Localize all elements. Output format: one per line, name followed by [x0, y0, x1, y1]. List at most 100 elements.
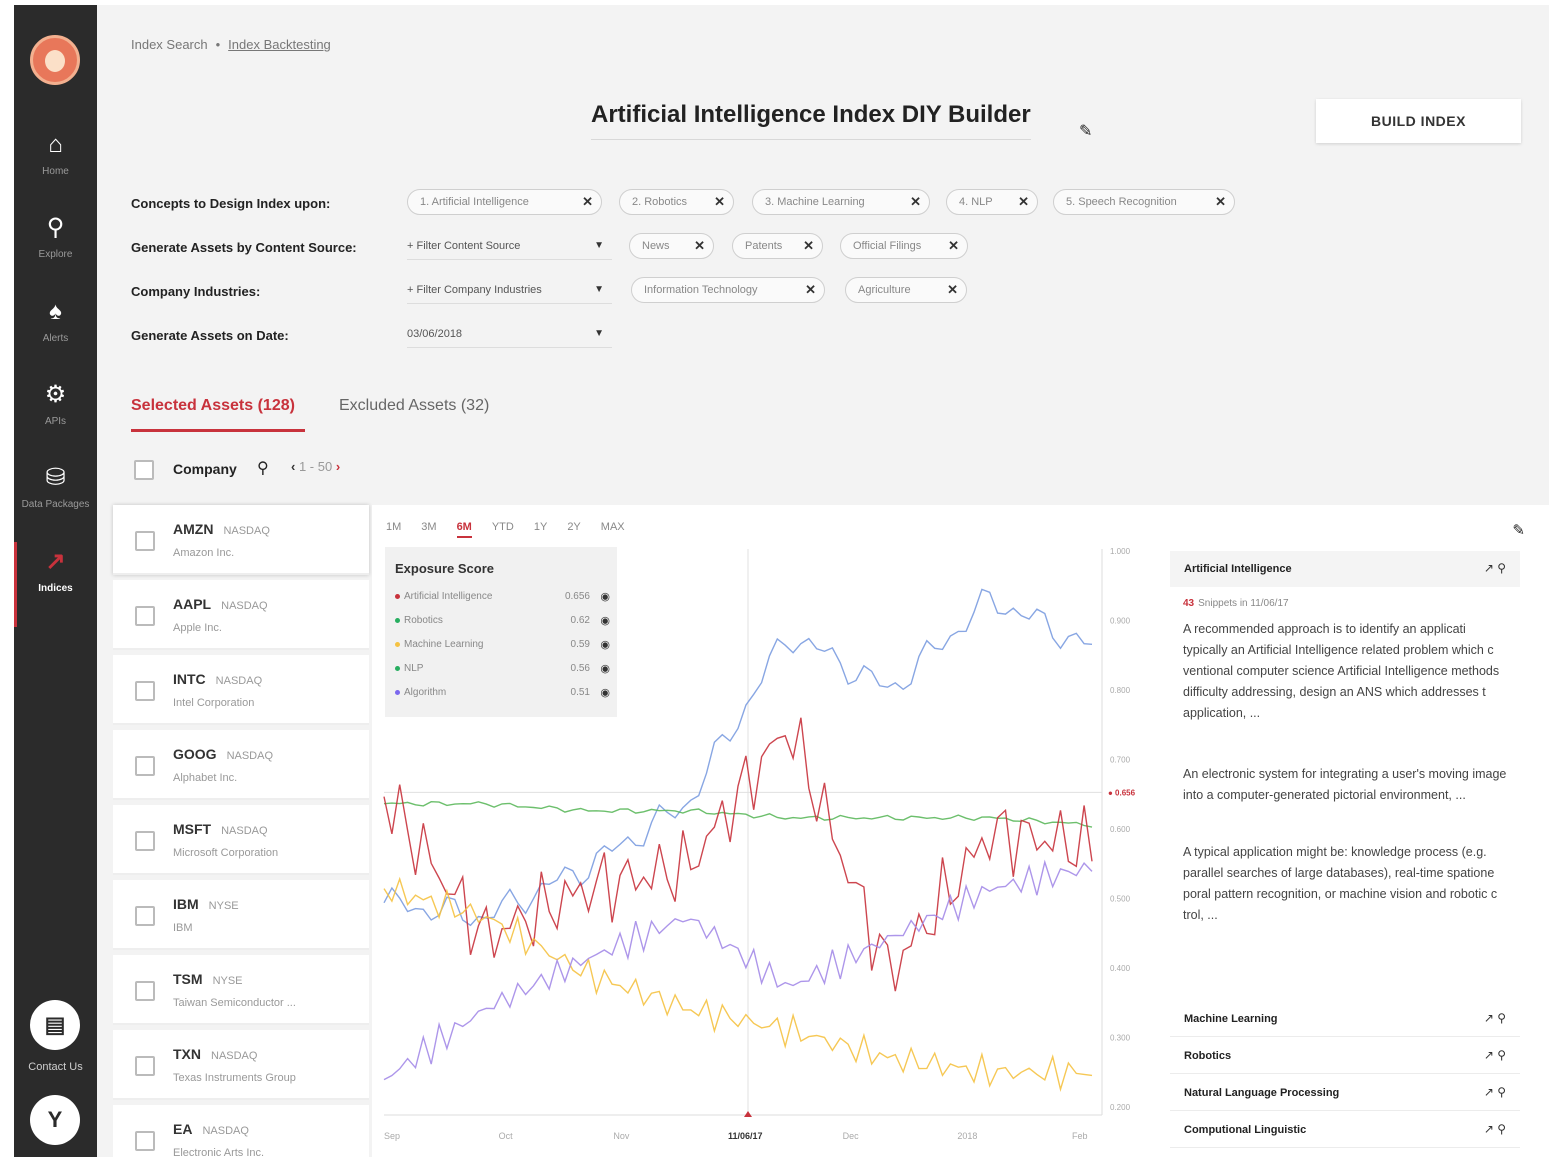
nav-data-packages[interactable]: ⛁ Data Packages — [14, 463, 97, 510]
range-3m[interactable]: 3M — [421, 521, 436, 533]
search-icon[interactable]: ⚲ — [257, 458, 269, 478]
asset-checkbox[interactable] — [135, 906, 155, 926]
eye-icon[interactable]: ◉ — [600, 590, 610, 603]
x-tick-label: Dec — [843, 1131, 860, 1141]
concept-chip-label: 4. NLP — [959, 196, 993, 208]
asset-checkbox[interactable] — [135, 831, 155, 851]
asset-checkbox[interactable] — [135, 1131, 155, 1151]
asset-checkbox[interactable] — [135, 531, 155, 551]
legend-dot — [395, 689, 400, 695]
industry-chip[interactable]: Information Technology ✕ — [631, 277, 825, 303]
concept-row[interactable]: Machine Learning ↗ ⚲ — [1170, 1001, 1520, 1037]
contact-us-label[interactable]: Contact Us — [14, 1061, 97, 1073]
range-6m[interactable]: 6M — [456, 521, 472, 538]
chart-search-icons[interactable]: ↗ ⚲ — [1484, 1011, 1506, 1025]
chevron-left-icon[interactable]: ‹ — [291, 459, 295, 474]
range-max[interactable]: MAX — [601, 521, 625, 533]
exposure-value: 0.62 — [570, 615, 590, 626]
nav-apis[interactable]: ⚙ APIs — [14, 380, 97, 427]
close-icon[interactable]: ✕ — [714, 190, 725, 214]
list-item[interactable]: GOOG NASDAQ Alphabet Inc. — [113, 730, 369, 800]
x-tick-label: Nov — [613, 1131, 630, 1141]
snippets-panel: ✎ Artificial Intelligence ↗ ⚲ 43 Snippets… — [1167, 505, 1549, 1157]
content-source-chip[interactable]: Patents ✕ — [732, 233, 823, 259]
y-tick-label: 0.500 — [1110, 895, 1131, 904]
nav-explore[interactable]: ⚲ Explore — [14, 213, 97, 260]
nav-home[interactable]: ⌂ Home — [14, 130, 97, 177]
x-tick-label: Oct — [499, 1131, 514, 1141]
exposure-score-title: Exposure Score — [395, 561, 494, 576]
date-dropdown[interactable]: 03/06/2018 ▼ — [407, 320, 612, 348]
concept-row[interactable]: Computional Linguistic ↗ ⚲ — [1170, 1112, 1520, 1148]
breadcrumb-current[interactable]: Index Backtesting — [228, 37, 331, 52]
tab-selected-assets[interactable]: Selected Assets (128) — [131, 397, 295, 415]
asset-checkbox[interactable] — [135, 756, 155, 776]
close-icon[interactable]: ✕ — [948, 234, 959, 258]
concept-chip[interactable]: 2. Robotics ✕ — [619, 189, 734, 215]
company-column-header[interactable]: Company — [173, 461, 237, 477]
close-icon[interactable]: ✕ — [910, 190, 921, 214]
list-item[interactable]: AMZN NASDAQ Amazon Inc. — [113, 505, 369, 575]
range-2y[interactable]: 2Y — [567, 521, 580, 533]
close-icon[interactable]: ✕ — [805, 278, 816, 302]
list-item[interactable]: MSFT NASDAQ Microsoft Corporation — [113, 805, 369, 875]
nav-indices[interactable]: ↗ Indices — [14, 547, 97, 594]
range-ytd[interactable]: YTD — [492, 521, 514, 533]
pencil-icon[interactable]: ✎ — [1512, 521, 1525, 539]
chat-icon[interactable]: ▤ — [30, 1000, 80, 1050]
concept-chip[interactable]: 4. NLP ✕ — [946, 189, 1038, 215]
close-icon[interactable]: ✕ — [1215, 190, 1226, 214]
close-icon[interactable]: ✕ — [803, 234, 814, 258]
tab-excluded-assets[interactable]: Excluded Assets (32) — [339, 397, 489, 415]
chart-search-icons[interactable]: ↗ ⚲ — [1484, 1122, 1506, 1136]
build-index-button[interactable]: BUILD INDEX — [1316, 99, 1521, 143]
eye-icon[interactable]: ◉ — [600, 638, 610, 651]
close-icon[interactable]: ✕ — [947, 278, 958, 302]
close-icon[interactable]: ✕ — [694, 234, 705, 258]
list-item[interactable]: EA NASDAQ Electronic Arts Inc. — [113, 1105, 369, 1157]
select-all-checkbox[interactable] — [134, 460, 154, 480]
concept-row[interactable]: Robotics ↗ ⚲ — [1170, 1038, 1520, 1074]
list-item[interactable]: TSM NYSE Taiwan Semiconductor ... — [113, 955, 369, 1025]
concept-chip[interactable]: 3. Machine Learning ✕ — [752, 189, 930, 215]
industry-chip[interactable]: Agriculture ✕ — [845, 277, 967, 303]
list-item[interactable]: AAPL NASDAQ Apple Inc. — [113, 580, 369, 650]
industries-dropdown[interactable]: + Filter Company Industries ▼ — [407, 276, 612, 304]
breadcrumb-root[interactable]: Index Search — [131, 37, 208, 52]
asset-checkbox[interactable] — [135, 681, 155, 701]
close-icon[interactable]: ✕ — [582, 190, 593, 214]
list-item[interactable]: INTC NASDAQ Intel Corporation — [113, 655, 369, 725]
content-source-dropdown[interactable]: + Filter Content Source ▼ — [407, 232, 612, 260]
exposure-row: Artificial Intelligence 0.656 ◉ — [395, 590, 610, 603]
chart-search-icons[interactable]: ↗ ⚲ — [1484, 1048, 1506, 1062]
y-tick-label: 0.900 — [1110, 617, 1131, 626]
asset-checkbox[interactable] — [135, 981, 155, 1001]
concept-row[interactable]: Natural Language Processing ↗ ⚲ — [1170, 1075, 1520, 1111]
concept-chip-label: 5. Speech Recognition — [1066, 196, 1177, 208]
eye-icon[interactable]: ◉ — [600, 614, 610, 627]
range-1m[interactable]: 1M — [386, 521, 401, 533]
list-item[interactable]: TXN NASDAQ Texas Instruments Group — [113, 1030, 369, 1100]
concept-header[interactable]: Artificial Intelligence ↗ ⚲ — [1170, 551, 1520, 587]
asset-checkbox[interactable] — [135, 606, 155, 626]
exposure-name: Machine Learning — [404, 639, 484, 650]
eye-icon[interactable]: ◉ — [600, 662, 610, 675]
bell-icon: ♠ — [49, 298, 62, 325]
concept-chip[interactable]: 5. Speech Recognition ✕ — [1053, 189, 1235, 215]
pencil-icon[interactable]: ✎ — [1079, 121, 1092, 141]
chevron-right-icon[interactable]: › — [336, 459, 340, 474]
sidebar: ⌂ Home ⚲ Explore ♠ Alerts ⚙ APIs ⛁ Data … — [14, 5, 97, 1157]
user-avatar[interactable] — [30, 35, 80, 85]
nav-alerts[interactable]: ♠ Alerts — [14, 297, 97, 344]
chart-search-icons[interactable]: ↗ ⚲ — [1484, 561, 1506, 575]
content-source-chip[interactable]: News ✕ — [629, 233, 714, 259]
range-1y[interactable]: 1Y — [534, 521, 547, 533]
chart-search-icons[interactable]: ↗ ⚲ — [1484, 1085, 1506, 1099]
list-item[interactable]: IBM NYSE IBM — [113, 880, 369, 950]
eye-icon[interactable]: ◉ — [600, 686, 610, 699]
content-source-chip[interactable]: Official Filings ✕ — [840, 233, 968, 259]
close-icon[interactable]: ✕ — [1018, 190, 1029, 214]
y-tick-label: 0.800 — [1110, 686, 1131, 695]
asset-checkbox[interactable] — [135, 1056, 155, 1076]
concept-chip[interactable]: 1. Artificial Intelligence ✕ — [407, 189, 602, 215]
